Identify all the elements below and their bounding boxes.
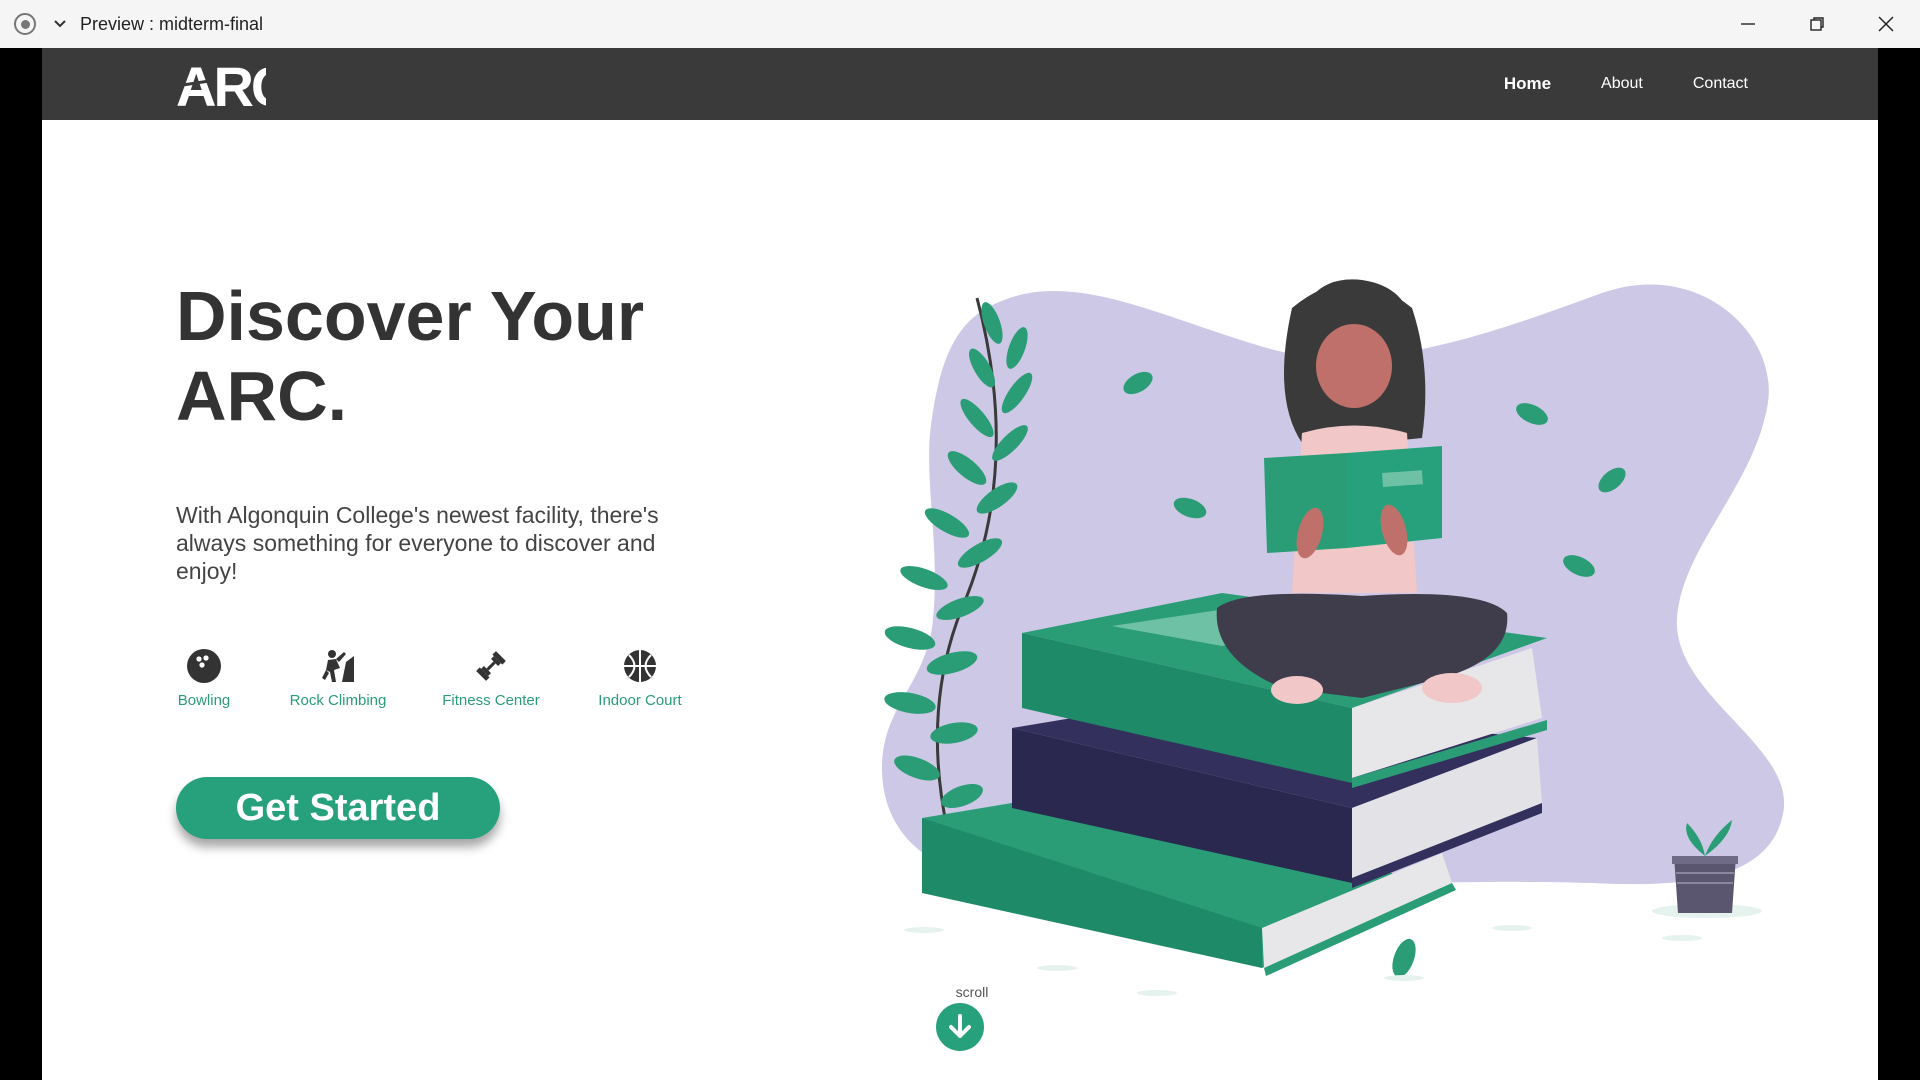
- hero-description: With Algonquin College's newest facility…: [176, 502, 659, 584]
- hero-illustration: [882, 279, 1785, 996]
- web-page: ARC Home About Contact Discover Your ARC…: [42, 48, 1878, 1080]
- feature-rock-climbing[interactable]: Rock Climbing: [288, 648, 388, 709]
- basketball-icon: [624, 650, 656, 682]
- close-button[interactable]: [1851, 0, 1920, 48]
- feature-label: Indoor Court: [598, 692, 682, 709]
- hero-title-line1: Discover Your: [176, 277, 645, 355]
- feature-fitness-center[interactable]: Fitness Center: [436, 648, 546, 709]
- close-icon: [1877, 16, 1894, 32]
- arrow-down-icon: [949, 1014, 971, 1038]
- chevron-down-icon[interactable]: [48, 12, 72, 36]
- nav-link-home[interactable]: Home: [1504, 74, 1551, 94]
- restore-button[interactable]: [1782, 0, 1851, 48]
- minimize-icon: [1740, 23, 1755, 25]
- bowling-ball-icon: [187, 649, 221, 683]
- hero-title-line2: ARC.: [176, 357, 348, 435]
- arc-logo[interactable]: ARC: [175, 55, 293, 118]
- feature-label: Fitness Center: [442, 692, 540, 709]
- get-started-button[interactable]: Get Started: [176, 777, 500, 839]
- navbar: ARC Home About Contact: [42, 48, 1878, 120]
- dumbbell-icon: [476, 651, 506, 681]
- window-title: Preview : midterm-final: [80, 13, 264, 34]
- feature-indoor-court[interactable]: Indoor Court: [590, 648, 690, 709]
- scroll-label: scroll: [955, 984, 989, 1000]
- nav-link-about[interactable]: About: [1601, 75, 1643, 93]
- feature-label: Bowling: [177, 692, 231, 709]
- nav-link-contact[interactable]: Contact: [1693, 75, 1748, 93]
- restore-icon: [1809, 17, 1824, 31]
- minimize-button[interactable]: [1713, 0, 1782, 48]
- feature-label: Rock Climbing: [289, 692, 387, 709]
- nav-links: Home About Contact: [1504, 48, 1748, 120]
- record-icon[interactable]: [14, 13, 36, 35]
- scroll-down-button[interactable]: [936, 1003, 984, 1051]
- hero-title: Discover Your ARC.: [176, 276, 776, 436]
- climber-icon: [322, 650, 354, 682]
- window-titlebar: Preview : midterm-final: [0, 0, 1920, 48]
- feature-bowling[interactable]: Bowling: [176, 648, 232, 709]
- feature-list: Bowling Rock Climbing Fitness Center Ind…: [176, 648, 690, 709]
